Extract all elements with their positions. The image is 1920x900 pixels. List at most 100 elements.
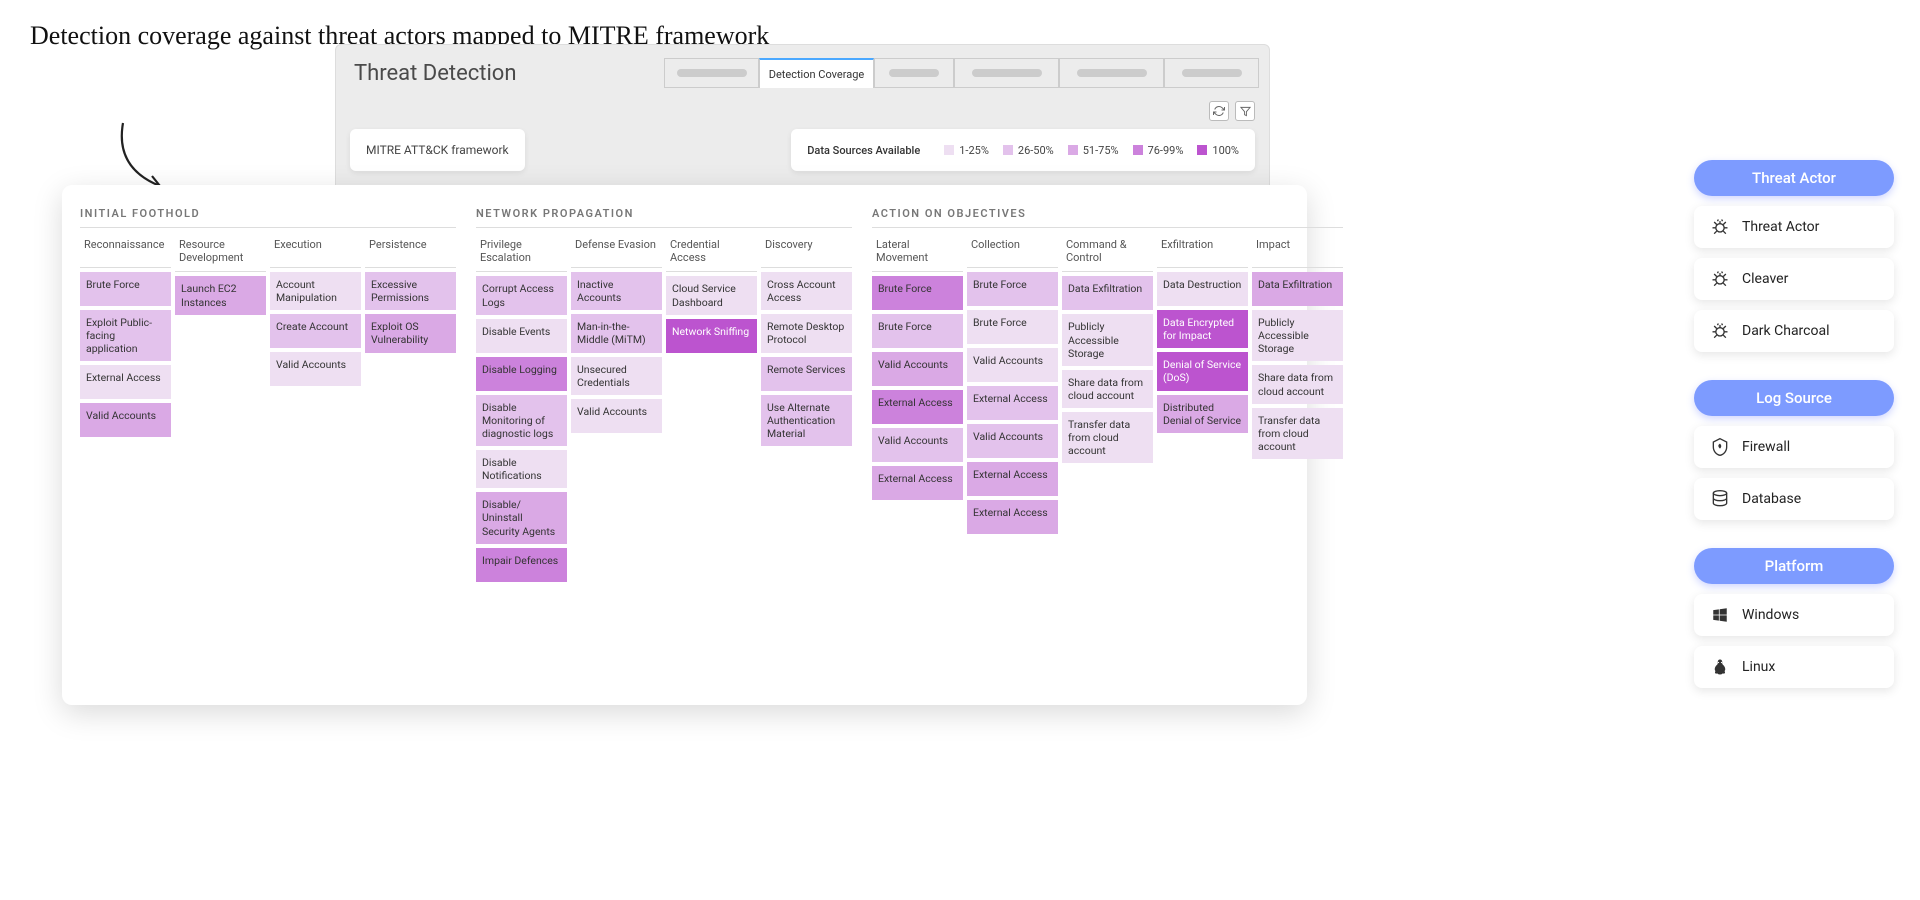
legend-chip: Data Sources Available 1-25%26-50%51-75%…: [791, 129, 1255, 171]
technique-cell[interactable]: Valid Accounts: [571, 399, 662, 433]
technique-cell[interactable]: External Access: [872, 466, 963, 500]
tab-placeholder-3[interactable]: [954, 58, 1059, 88]
technique-cell[interactable]: Transfer data from cloud account: [1252, 408, 1343, 459]
technique-cell[interactable]: Corrupt Access Logs: [476, 276, 567, 314]
technique-cell[interactable]: Valid Accounts: [967, 424, 1058, 458]
technique-cell[interactable]: Network Sniffing: [666, 319, 757, 353]
legend-swatch: [1068, 145, 1078, 155]
technique-cell[interactable]: External Access: [80, 365, 171, 399]
filter-option[interactable]: Firewall: [1694, 426, 1894, 468]
tab-detection-coverage[interactable]: Detection Coverage: [759, 58, 874, 88]
category-header: Log Source: [1694, 380, 1894, 416]
technique-cell[interactable]: External Access: [872, 390, 963, 424]
legend-item: 1-25%: [944, 144, 989, 157]
technique-cell[interactable]: Disable Logging: [476, 357, 567, 391]
refresh-icon: [1213, 105, 1225, 117]
column-header: Reconnaissance: [80, 232, 171, 268]
technique-cell[interactable]: Publicly Accessible Storage: [1252, 310, 1343, 361]
technique-cell[interactable]: Exploit Public-facing application: [80, 310, 171, 361]
tactic-column: Privilege EscalationCorrupt Access LogsD…: [476, 232, 567, 582]
technique-cell[interactable]: Excessive Permissions: [365, 272, 456, 310]
technique-cell[interactable]: Transfer data from cloud account: [1062, 412, 1153, 463]
technique-cell[interactable]: Create Account: [270, 314, 361, 348]
tactic-column: Collection Brute Force Brute Force Valid Ac…: [967, 232, 1058, 534]
filter-option[interactable]: Linux: [1694, 646, 1894, 688]
technique-cell[interactable]: Valid Accounts: [967, 348, 1058, 382]
phase-title: NETWORK PROPAGATION: [476, 207, 852, 228]
column-header: Discovery: [761, 232, 852, 268]
column-header: Persistence: [365, 232, 456, 268]
tab-placeholder-4[interactable]: [1059, 58, 1164, 88]
technique-cell[interactable]: Cloud Service Dashboard: [666, 276, 757, 314]
legend-swatch: [1003, 145, 1013, 155]
technique-cell[interactable]: Disable/ Uninstall Security Agents: [476, 492, 567, 543]
refresh-button[interactable]: [1209, 101, 1229, 121]
technique-cell[interactable]: Launch EC2 Instances: [175, 276, 266, 314]
legend-label: 100%: [1212, 144, 1239, 157]
filter-option[interactable]: Database: [1694, 478, 1894, 520]
technique-cell[interactable]: Publicly Accessible Storage: [1062, 314, 1153, 365]
technique-cell[interactable]: Valid Accounts: [872, 352, 963, 386]
technique-cell[interactable]: Denial of Service (DoS): [1157, 352, 1248, 390]
technique-cell[interactable]: Data Encrypted for Impact: [1157, 310, 1248, 348]
technique-cell[interactable]: External Access: [967, 386, 1058, 420]
tactic-column: Resource DevelopmentLaunch EC2 Instances: [175, 232, 266, 437]
tactic-column: Credential AccessCloud Service Dashboard…: [666, 232, 757, 582]
technique-cell[interactable]: Man-in-the-Middle (MiTM): [571, 314, 662, 352]
column-header: Exfiltration: [1157, 232, 1248, 268]
panel-title: Threat Detection: [354, 61, 664, 86]
technique-cell[interactable]: Brute Force: [872, 276, 963, 310]
technique-cell[interactable]: Distributed Denial of Service: [1157, 395, 1248, 433]
filter-option[interactable]: Dark Charcoal: [1694, 310, 1894, 352]
technique-cell[interactable]: Valid Accounts: [80, 403, 171, 437]
technique-cell[interactable]: Remote Desktop Protocol: [761, 314, 852, 352]
technique-cell[interactable]: Brute Force: [872, 314, 963, 348]
technique-cell[interactable]: Inactive Accounts: [571, 272, 662, 310]
technique-cell[interactable]: Disable Events: [476, 319, 567, 353]
firewall-icon: [1710, 437, 1730, 457]
technique-cell[interactable]: Use Alternate Authentication Material: [761, 395, 852, 446]
tab-placeholder-2[interactable]: [874, 58, 954, 88]
technique-cell[interactable]: Data Exfiltration: [1062, 276, 1153, 310]
legend-label: 26-50%: [1018, 144, 1054, 157]
column-header: Lateral Movement: [872, 232, 963, 272]
technique-cell[interactable]: Share data from cloud account: [1252, 365, 1343, 403]
mitre-matrix: INITIAL FOOTHOLDReconnaissanceBrute Forc…: [62, 185, 1307, 705]
technique-cell[interactable]: Data Exfiltration: [1252, 272, 1343, 306]
technique-cell[interactable]: External Access: [967, 462, 1058, 496]
technique-cell[interactable]: Disable Monitoring of diagnostic logs: [476, 395, 567, 446]
technique-cell[interactable]: Cross Account Access: [761, 272, 852, 310]
technique-cell[interactable]: Disable Notifications: [476, 450, 567, 488]
filter-button[interactable]: [1235, 101, 1255, 121]
filter-label: Database: [1742, 491, 1801, 507]
technique-cell[interactable]: External Access: [967, 500, 1058, 534]
technique-cell[interactable]: Impair Defences: [476, 548, 567, 582]
technique-cell[interactable]: Remote Services: [761, 357, 852, 391]
technique-cell[interactable]: Valid Accounts: [270, 352, 361, 386]
technique-cell[interactable]: Account Manipulation: [270, 272, 361, 310]
filter-label: Linux: [1742, 659, 1775, 675]
filter-option[interactable]: Cleaver: [1694, 258, 1894, 300]
legend-label: 76-99%: [1148, 144, 1184, 157]
technique-cell[interactable]: Brute Force: [967, 272, 1058, 306]
windows-icon: [1710, 605, 1730, 625]
technique-cell[interactable]: Exploit OS Vulnerability: [365, 314, 456, 352]
technique-cell[interactable]: Unsecured Credentials: [571, 357, 662, 395]
filter-option[interactable]: Threat Actor: [1694, 206, 1894, 248]
technique-cell[interactable]: Data Destruction: [1157, 272, 1248, 306]
column-header: Impact: [1252, 232, 1343, 268]
tactic-column: ExecutionAccount ManipulationCreate Acco…: [270, 232, 361, 437]
tab-placeholder-5[interactable]: [1164, 58, 1259, 88]
column-header: Collection: [967, 232, 1058, 268]
filter-option[interactable]: Windows: [1694, 594, 1894, 636]
technique-cell[interactable]: Valid Accounts: [872, 428, 963, 462]
technique-cell[interactable]: Brute Force: [80, 272, 171, 306]
tactic-column: Lateral Movement Brute Force Brute Force Va…: [872, 232, 963, 534]
technique-cell[interactable]: Brute Force: [967, 310, 1058, 344]
phase: INITIAL FOOTHOLDReconnaissanceBrute Forc…: [80, 207, 456, 582]
technique-cell[interactable]: Share data from cloud account: [1062, 370, 1153, 408]
filter-label: Cleaver: [1742, 271, 1788, 287]
legend-swatch: [944, 145, 954, 155]
tab-placeholder-1[interactable]: [664, 58, 759, 88]
tactic-column: Exfiltration Data Destruction Data Encrypt…: [1157, 232, 1248, 534]
